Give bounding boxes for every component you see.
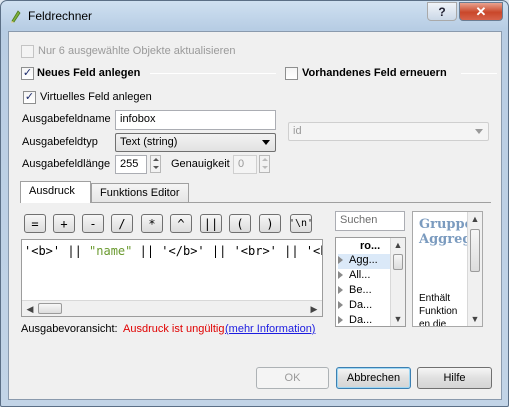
field-name-input[interactable]: infobox — [115, 110, 276, 130]
operator-divide-button[interactable]: / — [111, 214, 133, 233]
function-help-panel: Gruppe Aggregates Enthält Funktion en di… — [412, 211, 483, 327]
expression-editor[interactable]: '<b>' || "name" || '</b>' || '<br>' || '… — [21, 239, 323, 317]
horizontal-scrollbar[interactable]: ◀ ▶ — [22, 300, 322, 316]
scroll-right-icon[interactable]: ▶ — [307, 302, 321, 316]
help-body: Enthält Funktion en die — [419, 293, 458, 327]
expand-arrow-icon[interactable] — [338, 271, 343, 280]
expression-token: '<br>' — [233, 244, 277, 258]
preview-error-text: Ausdruck ist ungültig — [123, 323, 225, 335]
group-divider — [461, 73, 497, 74]
precision-label: Genauigkeit — [171, 158, 230, 170]
scroll-thumb[interactable] — [393, 254, 403, 270]
spin-down-icon[interactable] — [260, 164, 269, 172]
spin-up-icon[interactable] — [151, 156, 160, 164]
spin-up-icon[interactable] — [260, 156, 269, 164]
expand-arrow-icon[interactable] — [338, 286, 343, 295]
function-tree-header: ro... — [360, 240, 381, 252]
function-search-input[interactable]: Suchen — [335, 211, 405, 231]
scroll-down-icon[interactable]: ▼ — [391, 312, 405, 326]
checkmark-icon: ✓ — [24, 91, 35, 103]
expression-token: '<br>' — [305, 244, 322, 258]
scroll-left-icon[interactable]: ◀ — [23, 302, 37, 316]
dialog-body: Nur 6 ausgewählte Objekte aktualisieren … — [8, 31, 502, 400]
window-title: Feldrechner — [28, 9, 93, 23]
expression-token: || — [132, 244, 162, 258]
virtual-field-label: Virtuelles Feld anlegen — [40, 91, 152, 103]
function-group-item[interactable]: Be... — [338, 284, 372, 299]
more-information-link[interactable]: (mehr Information) — [225, 323, 315, 335]
new-field-label: Neues Feld anlegen — [37, 67, 141, 79]
function-group-item[interactable]: All... — [338, 269, 370, 284]
function-tree[interactable]: ro... Agg... All... Be... Da... Da... ▲ … — [335, 237, 406, 327]
cancel-button[interactable]: Abbrechen — [336, 367, 411, 389]
operator-plus-button[interactable]: + — [53, 214, 75, 233]
expand-arrow-icon[interactable] — [338, 256, 343, 265]
field-type-label: Ausgabefeldtyp — [22, 136, 98, 148]
operator-equals-button[interactable]: = — [24, 214, 46, 233]
qgis-calculator-icon — [11, 10, 21, 23]
chevron-down-icon — [475, 129, 483, 134]
expression-token: || — [204, 244, 234, 258]
scroll-down-icon[interactable]: ▼ — [468, 312, 482, 326]
checkmark-icon: ✓ — [22, 67, 33, 79]
field-name-label: Ausgabefeldname — [22, 113, 111, 125]
expand-arrow-icon[interactable] — [338, 301, 343, 310]
expand-arrow-icon[interactable] — [338, 316, 343, 325]
operator-concat-button[interactable]: || — [200, 214, 222, 233]
scroll-thumb[interactable] — [38, 303, 62, 314]
function-group-item[interactable]: Agg... — [338, 254, 390, 269]
field-length-spinner[interactable] — [150, 155, 161, 173]
tab-label: Ausdruck — [29, 185, 75, 197]
precision-input[interactable]: 0 — [233, 155, 257, 174]
function-group-item[interactable]: Da... — [338, 299, 372, 314]
operator-multiply-button[interactable]: * — [141, 214, 163, 233]
question-icon: ? — [438, 4, 446, 19]
operator-newline-button[interactable]: '\n' — [289, 214, 313, 233]
vertical-scrollbar[interactable]: ▲ ▼ — [467, 212, 482, 326]
existing-field-value: id — [293, 125, 302, 137]
close-icon: ✕ — [475, 3, 487, 19]
expression-token: || — [276, 244, 306, 258]
window-close-button[interactable]: ✕ — [459, 2, 503, 21]
expression-token: || — [60, 244, 90, 258]
vertical-scrollbar[interactable]: ▲ ▼ — [390, 238, 405, 326]
scroll-up-icon[interactable]: ▲ — [391, 238, 405, 252]
title-bar[interactable]: Feldrechner ? ✕ — [1, 1, 508, 31]
field-length-input[interactable]: 255 — [115, 155, 147, 174]
function-group-item[interactable]: Da... — [338, 314, 372, 326]
operator-open-paren-button[interactable]: ( — [229, 214, 251, 233]
ok-button[interactable]: OK — [256, 367, 329, 389]
scroll-thumb[interactable] — [470, 229, 480, 272]
new-field-checkbox[interactable]: ✓ — [21, 67, 34, 80]
only-selected-label: Nur 6 ausgewählte Objekte aktualisieren — [38, 45, 236, 57]
preview-label: Ausgabevoransicht: — [21, 323, 118, 335]
update-field-checkbox[interactable] — [285, 67, 298, 80]
group-divider — [150, 73, 276, 74]
tab-label: Funktions Editor — [100, 187, 180, 199]
expression-text[interactable]: '<b>' || "name" || '</b>' || '<br>' || '… — [24, 244, 322, 258]
chevron-down-icon — [262, 140, 270, 145]
operator-power-button[interactable]: ^ — [170, 214, 192, 233]
scroll-up-icon[interactable]: ▲ — [468, 212, 482, 226]
spin-down-icon[interactable] — [151, 164, 160, 172]
virtual-field-checkbox[interactable]: ✓ — [23, 91, 36, 104]
update-field-label: Vorhandenes Feld erneuern — [302, 67, 447, 79]
field-length-label: Ausgabefeldlänge — [22, 158, 111, 170]
only-selected-checkbox[interactable] — [21, 45, 34, 58]
precision-spinner[interactable] — [259, 155, 270, 173]
field-type-select[interactable]: Text (string) — [115, 133, 276, 152]
operator-minus-button[interactable]: - — [82, 214, 104, 233]
tab-function-editor[interactable]: Funktions Editor — [91, 183, 189, 203]
expression-field-token: "name" — [89, 244, 133, 258]
help-heading: Gruppe Aggregates — [419, 217, 482, 247]
help-button[interactable]: Hilfe — [417, 367, 492, 389]
dialog-window: Feldrechner ? ✕ Nur 6 ausgewählte Objekt… — [0, 0, 509, 407]
expression-token: '<b>' — [24, 244, 61, 258]
field-type-value: Text (string) — [120, 136, 178, 148]
operator-close-paren-button[interactable]: ) — [259, 214, 281, 233]
tab-expression[interactable]: Ausdruck — [20, 181, 91, 203]
expression-token: '</b>' — [161, 244, 205, 258]
window-help-button[interactable]: ? — [427, 2, 457, 21]
existing-field-select[interactable]: id — [288, 122, 489, 141]
